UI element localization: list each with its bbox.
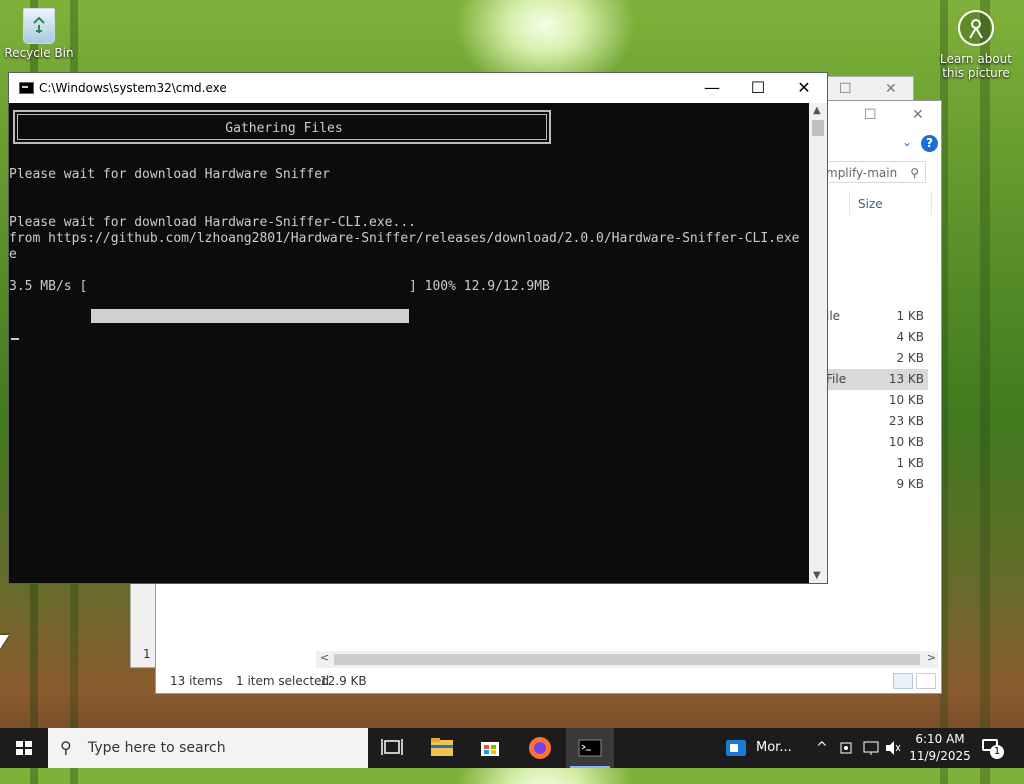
maximize-icon[interactable]: ☐	[839, 81, 852, 97]
search-input[interactable]: mplify-main ⚲	[821, 161, 926, 183]
close-button[interactable]: ✕	[781, 73, 827, 103]
console-output[interactable]: Gathering Files Please wait for download…	[9, 103, 809, 583]
scroll-left-icon[interactable]: <	[320, 651, 329, 664]
status-size: 12.9 KB	[320, 674, 367, 688]
notification-icon[interactable]: 1	[980, 738, 1004, 759]
cmd-taskbar-icon[interactable]	[566, 728, 614, 768]
scrollbar-thumb[interactable]	[334, 654, 920, 665]
search-placeholder: mplify-main	[826, 166, 898, 180]
scrollbar-thumb[interactable]	[812, 120, 824, 136]
horizontal-scrollbar[interactable]: < >	[316, 651, 938, 668]
help-icon[interactable]: ?	[921, 135, 938, 152]
banner-box: Gathering Files	[13, 110, 551, 144]
chevron-down-icon[interactable]: ⌄	[902, 135, 912, 149]
file-size: 10 KB	[888, 393, 924, 407]
file-size: 9 KB	[896, 477, 924, 491]
file-size: 4 KB	[896, 330, 924, 344]
file-row[interactable]: 10 KB	[816, 432, 928, 453]
clock-time: 6:10 AM	[915, 732, 965, 746]
file-row[interactable]: File 13 KB	[816, 369, 928, 390]
file-row[interactable]: ile 1 KB	[816, 306, 928, 327]
task-view-button[interactable]	[368, 728, 416, 768]
search-icon: ⚲	[910, 166, 919, 180]
status-item-count: 13 items	[170, 674, 223, 688]
download-progress-bar	[91, 309, 409, 323]
notification-badge: 1	[990, 745, 1004, 759]
banner-text: Gathering Files	[225, 121, 343, 136]
close-icon[interactable]: ✕	[885, 81, 897, 97]
learn-line1: Learn about	[940, 52, 1012, 66]
recycle-bin-label: Recycle Bin	[4, 46, 74, 60]
taskbar: ⚲ Type here to search Mor... ^ 6:10 AM 1…	[0, 728, 1024, 768]
maximize-button[interactable]: ☐	[735, 73, 781, 103]
status-selected: 1 item selected	[236, 674, 330, 688]
clock[interactable]: 6:10 AM 11/9/2025	[900, 731, 980, 765]
download-speed: 3.5 MB/s [	[9, 279, 88, 294]
minimize-button[interactable]: —	[689, 73, 735, 103]
recycle-bin-graphic	[23, 8, 55, 44]
widget-label: Mor...	[756, 740, 792, 755]
microsoft-store-icon[interactable]	[466, 728, 514, 768]
firefox-icon[interactable]	[516, 728, 564, 768]
maximize-icon[interactable]: ☐	[864, 107, 877, 123]
taskbar-search-box[interactable]: ⚲ Type here to search	[48, 728, 368, 768]
file-size: 10 KB	[888, 435, 924, 449]
taskbar-search-placeholder: Type here to search	[88, 740, 226, 756]
large-icons-view-icon[interactable]	[916, 673, 936, 689]
file-row[interactable]: 23 KB	[816, 411, 928, 432]
meet-now-icon[interactable]	[840, 728, 856, 768]
mouse-pointer-icon	[0, 635, 9, 649]
text-cursor	[11, 338, 19, 340]
file-size: 23 KB	[888, 414, 924, 428]
file-size: 2 KB	[896, 351, 924, 365]
windows-logo-icon	[16, 741, 32, 755]
cmd-title: C:\Windows\system32\cmd.exe	[39, 81, 227, 95]
column-header-size[interactable]: Size	[858, 197, 883, 211]
scroll-up-icon[interactable]: ▲	[813, 105, 821, 116]
console-line: e	[9, 247, 17, 262]
file-type: File	[826, 372, 847, 386]
file-row[interactable]: 4 KB	[816, 327, 928, 348]
file-row[interactable]: 2 KB	[816, 348, 928, 369]
close-icon[interactable]: ✕	[912, 107, 924, 123]
file-size: 13 KB	[888, 372, 924, 386]
file-size: 1 KB	[896, 456, 924, 470]
console-line: Please wait for download Hardware-Sniffe…	[9, 215, 416, 230]
chevron-up-icon[interactable]: ^	[816, 728, 828, 768]
console-line: Please wait for download Hardware Sniffe…	[9, 167, 330, 182]
network-icon[interactable]	[862, 728, 880, 768]
search-icon: ⚲	[60, 738, 72, 757]
status-bar: 13 items 1 item selected 12.9 KB	[156, 669, 941, 693]
file-type: ile	[826, 309, 841, 323]
cmd-window[interactable]: C:\Windows\system32\cmd.exe — ☐ ✕ Gather…	[8, 72, 828, 584]
start-button[interactable]	[0, 728, 48, 768]
console-line: from https://github.com/lzhoang2801/Hard…	[9, 231, 800, 246]
scroll-down-icon[interactable]: ▼	[813, 570, 821, 581]
recycle-bin-icon[interactable]: Recycle Bin	[4, 8, 74, 60]
column-divider[interactable]	[931, 191, 932, 215]
cmd-icon	[19, 82, 34, 94]
column-divider[interactable]	[849, 191, 850, 215]
scroll-right-icon[interactable]: >	[927, 651, 936, 664]
file-size: 1 KB	[896, 309, 924, 323]
cmd-titlebar[interactable]: C:\Windows\system32\cmd.exe — ☐ ✕	[9, 73, 827, 103]
clock-date: 11/9/2025	[909, 749, 971, 763]
vertical-scrollbar[interactable]: ▲ ▼	[809, 103, 827, 583]
camera-icon	[958, 10, 994, 46]
file-explorer-icon[interactable]	[418, 728, 466, 768]
file-row[interactable]: 1 KB	[816, 453, 928, 474]
learn-line2: this picture	[942, 66, 1010, 80]
file-row[interactable]: 10 KB	[816, 390, 928, 411]
progress-status: ] 100% 12.9/12.9MB	[409, 279, 550, 294]
details-view-icon[interactable]	[893, 673, 913, 689]
learn-about-picture-icon[interactable]: Learn about this picture	[936, 10, 1016, 80]
file-row[interactable]: 9 KB	[816, 474, 928, 495]
